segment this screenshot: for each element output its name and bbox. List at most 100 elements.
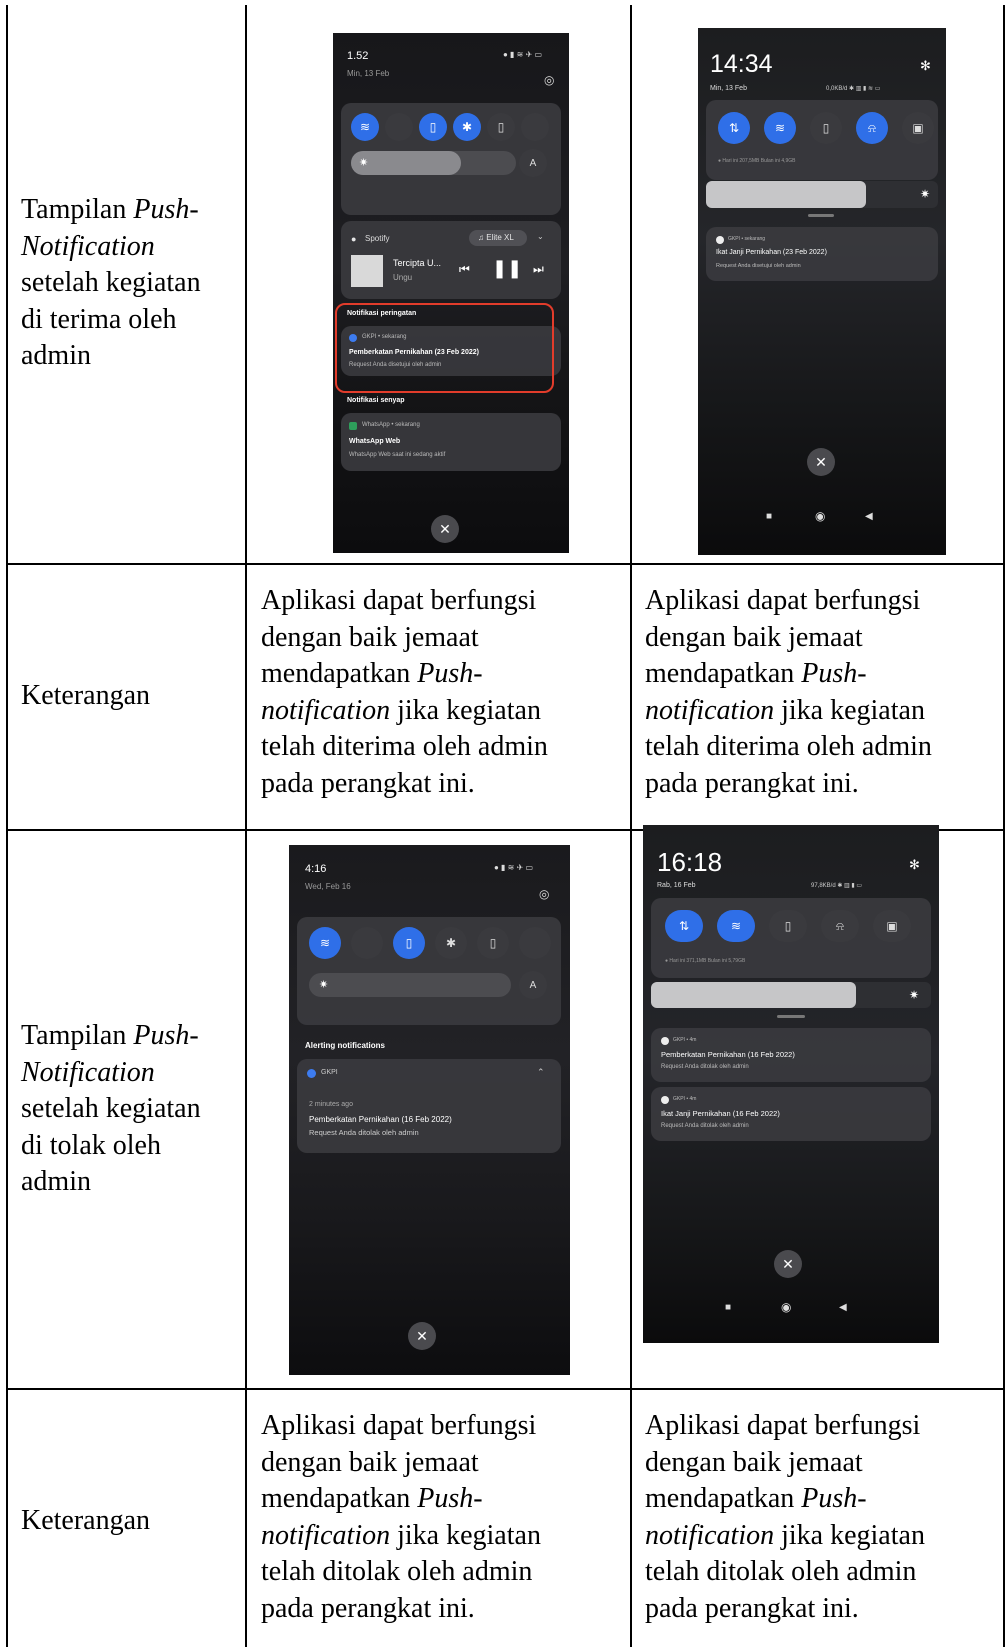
status-icons: ● ▮ ≋ ✈ ▭ — [494, 863, 534, 872]
screenshot-accepted-android: 1.52 Min, 13 Feb ● ▮ ≋ ✈ ▭ ◎ ≋ ▯ ✱ ▯ ✷ A… — [333, 33, 569, 553]
screenshot-icon[interactable]: ▣ — [873, 910, 911, 942]
notif-body: Request Anda ditolak oleh admin — [309, 1128, 419, 1137]
notif-title: Ikat Janji Pernikahan (23 Feb 2022) — [716, 249, 827, 256]
gkpi-notification-2[interactable]: GKPI • 4m Ikat Janji Pernikahan (16 Feb … — [651, 1087, 931, 1141]
flashlight-icon[interactable]: ▯ — [810, 112, 842, 144]
wifi-icon[interactable]: ≋ — [717, 910, 755, 942]
clear-all-button[interactable]: ✕ — [807, 448, 835, 476]
gkpi-notification[interactable]: GKPI • sekarang Ikat Janji Pernikahan (2… — [706, 227, 938, 281]
status-icons: 97,8KB/d ✱ ▥ ▮ ▭ — [811, 883, 863, 889]
drag-handle[interactable] — [808, 214, 834, 217]
clock: 14:34 — [710, 50, 773, 78]
next-icon[interactable]: ⏭ — [533, 262, 544, 277]
date: Rab, 16 Feb — [657, 882, 696, 889]
settings-icon[interactable]: ✻ — [909, 857, 920, 873]
notif-ago: 2 minutes ago — [309, 1101, 353, 1108]
settings-icon[interactable]: ✻ — [920, 58, 931, 74]
notif-body: Request Anda ditolak oleh admin — [661, 1064, 749, 1070]
gkpi-app-icon — [661, 1037, 669, 1045]
table-border-left — [6, 5, 8, 1647]
nav-home-icon[interactable]: ◉ — [815, 509, 825, 523]
clear-all-button[interactable]: ✕ — [431, 515, 459, 543]
clear-all-button[interactable]: ✕ — [408, 1322, 436, 1350]
screenshot-icon[interactable]: ▣ — [902, 112, 934, 144]
bluetooth-icon[interactable]: ✱ — [453, 113, 481, 141]
quick-settings-panel: ⇅ ≋ ▯ ⍾ ▣ ● Hari ini 371,1MB Bulan ini 5… — [651, 898, 931, 978]
date: Min, 13 Feb — [710, 85, 747, 92]
settings-icon[interactable]: ◎ — [544, 73, 554, 87]
vibrate-icon[interactable]: ▯ — [419, 113, 447, 141]
expand-icon[interactable]: ⌄ — [537, 232, 544, 241]
pause-icon[interactable]: ❚❚ — [492, 258, 522, 279]
section-silent-heading: Notifikasi senyap — [347, 397, 405, 404]
wifi-icon[interactable]: ≋ — [764, 112, 796, 144]
airplane-icon[interactable] — [519, 927, 551, 959]
previous-icon[interactable]: ⏮ — [459, 262, 470, 277]
airplane-icon[interactable] — [521, 113, 549, 141]
album-art — [351, 255, 383, 287]
collapse-icon[interactable]: ⌃ — [537, 1067, 545, 1078]
notif-body: Request Anda ditolak oleh admin — [661, 1123, 749, 1129]
clock: 4:16 — [305, 863, 327, 875]
notif-meta: GKPI • sekarang — [728, 236, 766, 242]
notif-title: Pemberkatan Pernikahan (16 Feb 2022) — [309, 1115, 452, 1124]
nav-recent-icon[interactable]: ■ — [766, 511, 772, 522]
nav-recent-icon[interactable]: ■ — [725, 1302, 731, 1313]
notif-body: Request Anda disetujui oleh admin — [716, 263, 801, 269]
headphones-icon: ♫ — [478, 233, 487, 242]
date: Wed, Feb 16 — [305, 882, 351, 891]
gkpi-app-icon — [307, 1069, 316, 1078]
bell-icon[interactable]: ⍾ — [821, 910, 859, 942]
clock: 1.52 — [347, 50, 369, 62]
mobile-data-icon[interactable]: ⇅ — [718, 112, 750, 144]
screenshot-accepted-miui: 14:34 ✻ Min, 13 Feb 0,0KB/d ✱ ▥ ▮ ≋ ▭ ⇅ … — [698, 28, 946, 555]
flashlight-icon[interactable]: ▯ — [769, 910, 807, 942]
brightness-slider[interactable]: ✷ — [706, 181, 938, 208]
bluetooth-icon[interactable]: ✱ — [435, 927, 467, 959]
auto-brightness-button[interactable]: A — [519, 149, 547, 177]
row3-label: Tampilan Push- Notification setelah kegi… — [21, 1020, 201, 1197]
table-row-divider-3 — [6, 1388, 1005, 1390]
wifi-icon[interactable]: ≋ — [309, 927, 341, 959]
screenshot-rejected-android: 4:16 Wed, Feb 16 ● ▮ ≋ ✈ ▭ ◎ ≋ ▯ ✱ ▯ ✷ A… — [289, 845, 570, 1375]
notif-meta: GKPI • 4m — [673, 1096, 697, 1102]
media-output-chip[interactable]: ♫ Elite XL — [469, 230, 527, 246]
mobile-data-icon[interactable] — [351, 927, 383, 959]
table-divider-col2 — [630, 5, 632, 1647]
status-icons: 0,0KB/d ✱ ▥ ▮ ≋ ▭ — [826, 86, 881, 92]
wifi-icon[interactable]: ≋ — [351, 113, 379, 141]
nav-home-icon[interactable]: ◉ — [781, 1300, 791, 1314]
nav-back-icon[interactable]: ◀ — [839, 1302, 847, 1313]
media-app-name: Spotify — [365, 234, 390, 243]
brightness-slider[interactable]: ✷ — [651, 982, 931, 1008]
gkpi-app-icon — [661, 1096, 669, 1104]
whatsapp-app-icon — [349, 422, 357, 430]
wa-title: WhatsApp Web — [349, 438, 401, 445]
auto-brightness-button[interactable]: A — [519, 971, 547, 999]
mute-icon[interactable]: ⍾ — [856, 112, 888, 144]
flashlight-icon[interactable]: ▯ — [477, 927, 509, 959]
row4-label: Keterangan — [21, 1505, 151, 1536]
whatsapp-notification[interactable]: WhatsApp • sekarang WhatsApp Web WhatsAp… — [341, 413, 561, 471]
sun-icon: ✷ — [920, 187, 931, 201]
clock: 16:18 — [657, 847, 723, 877]
brightness-slider[interactable]: ✷ — [309, 973, 511, 997]
table-divider-col1 — [245, 5, 247, 1647]
row2-desc-a: Aplikasi dapat berfungsi dengan baik jem… — [261, 585, 548, 799]
row1-label: Tampilan Push- Notification setelah kegi… — [21, 194, 201, 371]
gkpi-notification-1[interactable]: GKPI • 4m Pemberkatan Pernikahan (16 Feb… — [651, 1028, 931, 1082]
vibrate-icon[interactable]: ▯ — [393, 927, 425, 959]
mobile-data-icon[interactable] — [385, 113, 413, 141]
drag-handle[interactable] — [777, 1015, 805, 1018]
mobile-data-icon[interactable]: ⇅ — [665, 910, 703, 942]
gkpi-notification[interactable]: GKPI ⌃ 2 minutes ago Pemberkatan Pernika… — [297, 1059, 561, 1153]
status-icons: ● ▮ ≋ ✈ ▭ — [503, 50, 543, 59]
settings-icon[interactable]: ◎ — [539, 887, 549, 901]
screenshot-rejected-miui: 16:18 ✻ Rab, 16 Feb 97,8KB/d ✱ ▥ ▮ ▭ ⇅ ≋… — [643, 825, 939, 1343]
flashlight-icon[interactable]: ▯ — [487, 113, 515, 141]
brightness-fill — [651, 982, 856, 1008]
clear-all-button[interactable]: ✕ — [774, 1250, 802, 1278]
nav-back-icon[interactable]: ◀ — [865, 511, 873, 522]
song-title: Tercipta U... — [393, 258, 442, 268]
brightness-slider[interactable]: ✷ — [351, 151, 516, 175]
